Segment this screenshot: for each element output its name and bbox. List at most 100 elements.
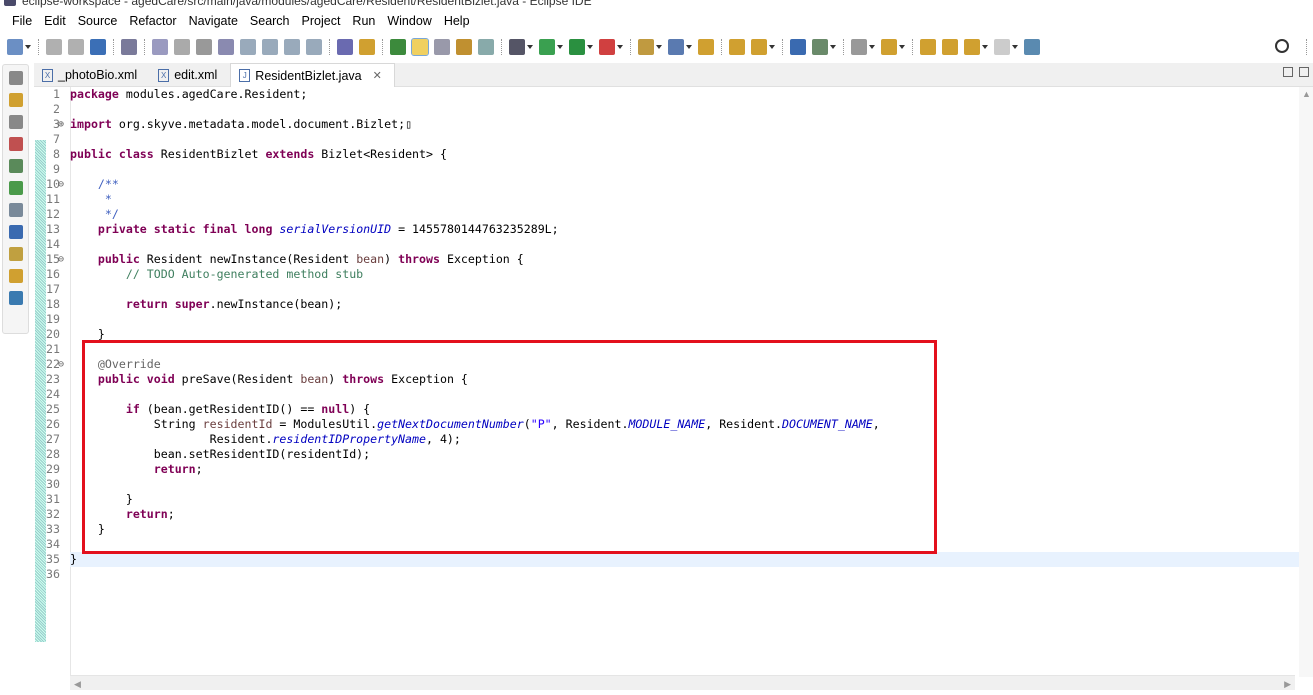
menu-search[interactable]: Search [244, 12, 296, 32]
coverage-icon[interactable] [569, 39, 585, 55]
code-line[interactable]: 1 package modules.agedCare.Resident; [53, 87, 1300, 102]
code-line[interactable]: 36 [46, 567, 1300, 582]
suspend-icon[interactable] [174, 39, 190, 55]
code-line[interactable]: 18 return super.newInstance(bean); [46, 297, 1300, 312]
code-line[interactable]: 13 private static final long serialVersi… [46, 222, 1300, 237]
code-line[interactable]: 35} [46, 552, 1300, 567]
open-task-icon[interactable] [434, 39, 450, 55]
dropdown-arrow-icon[interactable] [830, 45, 836, 49]
code-editor[interactable]: 1 package modules.agedCare.Resident; 2 3 ⊕ im… [34, 87, 1313, 690]
last-edit-icon[interactable] [942, 39, 958, 55]
globe-icon[interactable] [790, 39, 806, 55]
prev-annotation-icon[interactable] [920, 39, 936, 55]
code-line[interactable]: 2 [53, 102, 1300, 117]
open-perspective-icon[interactable] [1024, 39, 1040, 55]
package-explorer-icon[interactable] [8, 93, 23, 107]
dropdown-arrow-icon[interactable] [869, 45, 875, 49]
debug-icon[interactable] [509, 39, 525, 55]
dropdown-arrow-icon[interactable] [1012, 45, 1018, 49]
save-all-icon[interactable] [68, 39, 84, 55]
step-return-icon[interactable] [284, 39, 300, 55]
debug-perspective-icon[interactable] [8, 137, 23, 151]
tab--photobio-xml[interactable]: X _photoBio.xml [34, 63, 150, 87]
menu-project[interactable]: Project [296, 12, 347, 32]
git-icon[interactable] [8, 269, 23, 283]
tab-residentbizlet-java[interactable]: J ResidentBizlet.java ✕ [230, 63, 395, 87]
ant-icon[interactable] [8, 247, 23, 261]
collapse-fold-icon[interactable]: ⊖ [58, 357, 64, 372]
terminate-icon[interactable] [196, 39, 212, 55]
menu-run[interactable]: Run [346, 12, 381, 32]
console-icon[interactable] [8, 225, 23, 239]
resume-icon[interactable] [152, 39, 168, 55]
external-tools-icon[interactable] [599, 39, 615, 55]
new-java-class-icon[interactable] [638, 39, 654, 55]
new-icon[interactable] [7, 39, 23, 55]
dropdown-arrow-icon[interactable] [25, 45, 31, 49]
forward-icon[interactable] [994, 39, 1010, 55]
variables-icon[interactable] [8, 159, 23, 173]
code-line[interactable]: 14 [46, 237, 1300, 252]
dropdown-arrow-icon[interactable] [527, 45, 533, 49]
code-line[interactable]: 11 * [46, 192, 1300, 207]
next-annotation-icon[interactable] [881, 39, 897, 55]
deploy-icon[interactable] [751, 39, 767, 55]
show-whitespace-icon[interactable] [478, 39, 494, 55]
step-over-icon[interactable] [262, 39, 278, 55]
terminal-icon[interactable] [90, 39, 106, 55]
search-icon[interactable] [1275, 39, 1289, 53]
open-type-icon[interactable] [359, 39, 375, 55]
import-icon[interactable] [8, 291, 23, 305]
open-project-icon[interactable] [729, 39, 745, 55]
close-tab-icon[interactable]: ✕ [373, 69, 382, 82]
dropdown-arrow-icon[interactable] [557, 45, 563, 49]
toggle-block-selection-icon[interactable] [411, 38, 429, 56]
code-line[interactable]: 16 // TODO Auto-generated method stub [46, 267, 1300, 282]
code-line[interactable]: 8 public class ResidentBizlet extends Biz… [53, 147, 1300, 162]
mark-occurrences-icon[interactable] [390, 39, 406, 55]
code-line[interactable]: 17 [46, 282, 1300, 297]
code-line[interactable]: 12 */ [46, 207, 1300, 222]
menu-edit[interactable]: Edit [38, 12, 72, 32]
code-line[interactable]: 10 ⊖ /** [46, 177, 1300, 192]
menu-navigate[interactable]: Navigate [183, 12, 244, 32]
dropdown-arrow-icon[interactable] [982, 45, 988, 49]
collapse-fold-icon[interactable]: ⊖ [58, 177, 64, 192]
perspective-handle[interactable] [1306, 39, 1309, 55]
dropdown-arrow-icon[interactable] [656, 45, 662, 49]
code-line[interactable]: 15 ⊖ public Resident newInstance(Resident… [46, 252, 1300, 267]
restore-icon[interactable] [8, 115, 23, 129]
dropdown-arrow-icon[interactable] [769, 45, 775, 49]
dropdown-arrow-icon[interactable] [686, 45, 692, 49]
menu-refactor[interactable]: Refactor [123, 12, 182, 32]
code-line[interactable]: 3 ⊕ import org.skyve.metadata.model.docume… [53, 117, 1300, 132]
tab-edit-xml[interactable]: Xedit.xml [150, 63, 230, 87]
show-source-icon[interactable] [456, 39, 472, 55]
run-icon[interactable] [539, 39, 555, 55]
expand-fold-icon[interactable]: ⊕ [58, 117, 64, 132]
skip-breakpoints-icon[interactable] [121, 39, 137, 55]
maximize-icon[interactable] [1299, 67, 1309, 77]
menu-window[interactable]: Window [381, 12, 437, 32]
drop-to-frame-icon[interactable] [306, 39, 322, 55]
code-line[interactable]: 7 [53, 132, 1300, 147]
menu-source[interactable]: Source [72, 12, 124, 32]
open-folder-icon[interactable] [698, 39, 714, 55]
build-icon[interactable] [812, 39, 828, 55]
use-step-filters-icon[interactable] [337, 39, 353, 55]
hierarchy-icon[interactable] [8, 203, 23, 217]
outline-icon[interactable] [8, 181, 23, 195]
collapse-fold-icon[interactable]: ⊖ [58, 252, 64, 267]
menu-file[interactable]: File [6, 12, 38, 32]
code-line[interactable]: 19 [46, 312, 1300, 327]
dropdown-arrow-icon[interactable] [587, 45, 593, 49]
step-into-icon[interactable] [240, 39, 256, 55]
menu-help[interactable]: Help [438, 12, 476, 32]
dropdown-arrow-icon[interactable] [617, 45, 623, 49]
vertical-scrollbar[interactable]: ▲ [1299, 87, 1313, 677]
back-icon[interactable] [964, 39, 980, 55]
save-icon[interactable] [46, 39, 62, 55]
restore-icon[interactable] [8, 71, 23, 85]
spring-icon[interactable] [668, 39, 684, 55]
minimize-icon[interactable] [1283, 67, 1293, 77]
